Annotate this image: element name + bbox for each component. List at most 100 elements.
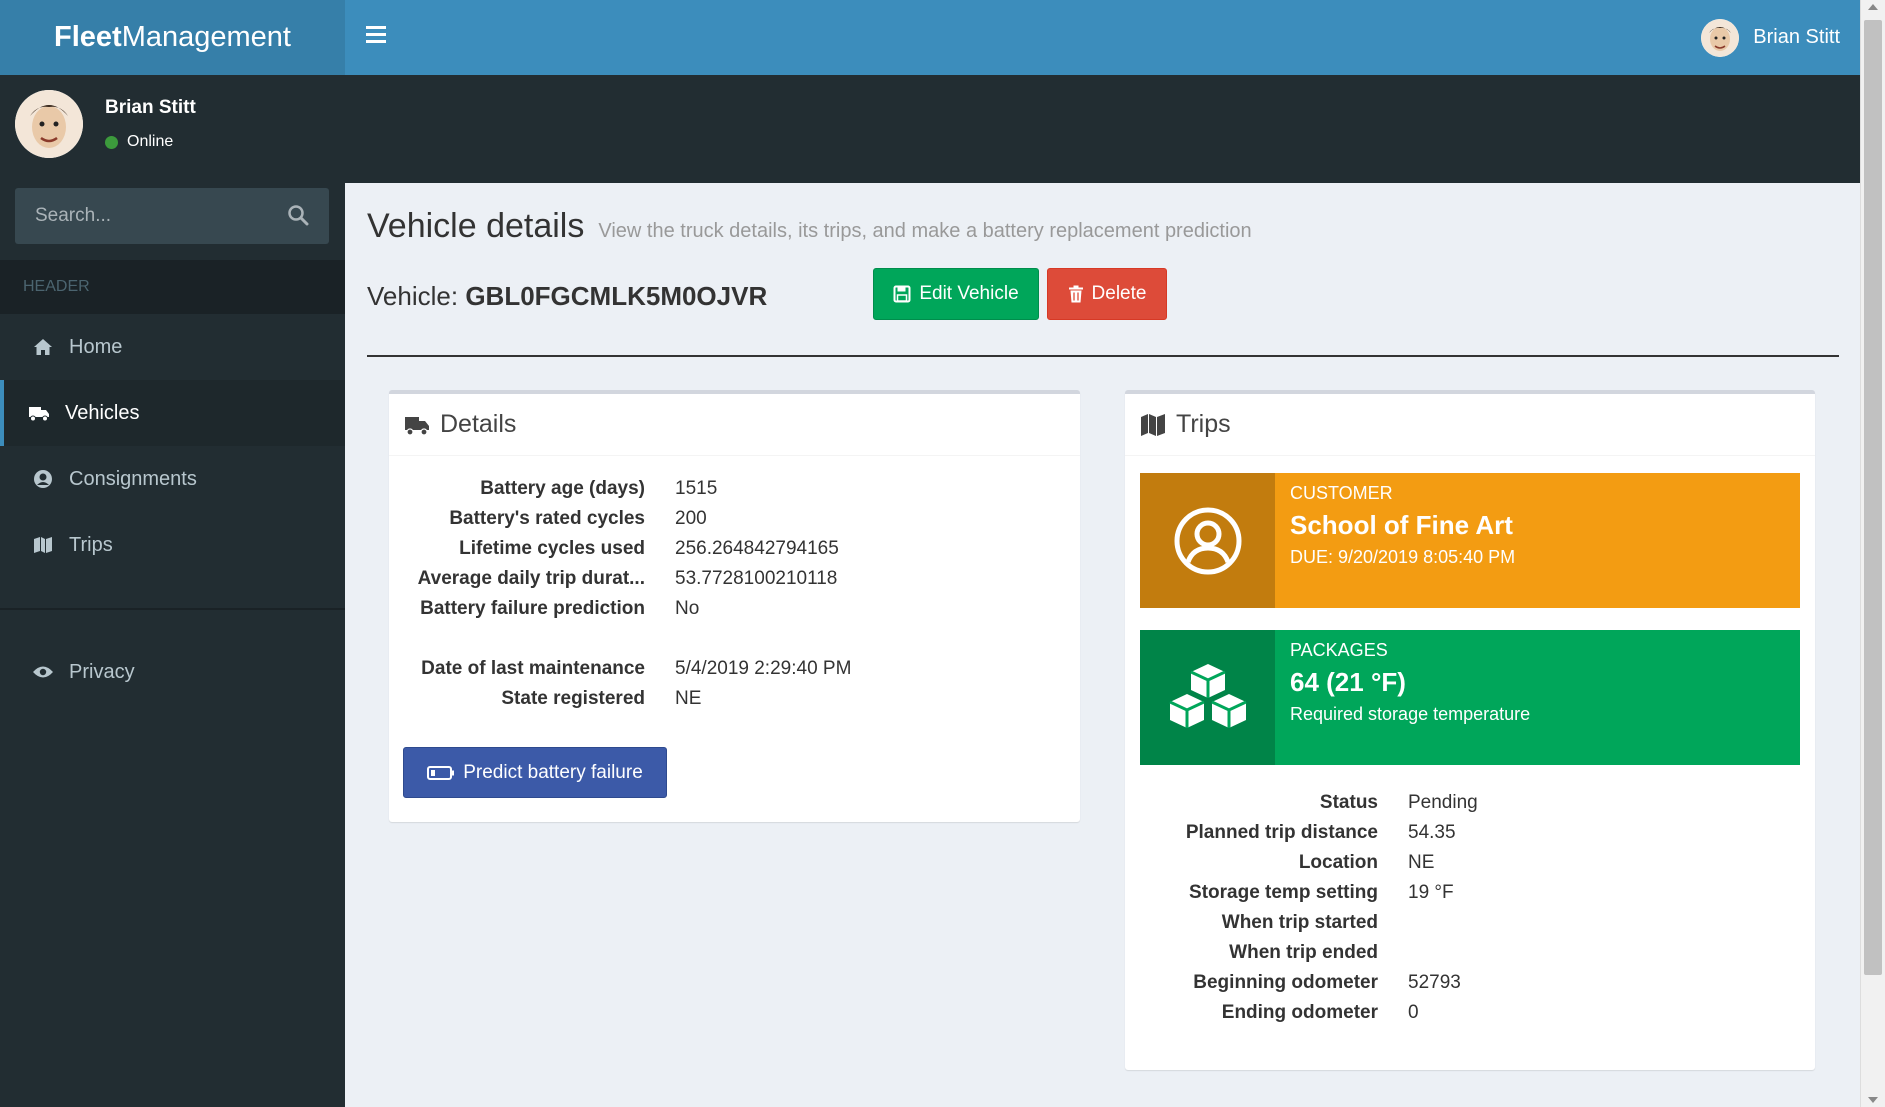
details-box: Details Battery age (days) 1515 Battery's… [389, 390, 1080, 822]
page-title: Vehicle details View the truck details, … [367, 207, 1252, 246]
detail-label: Lifetime cycles used [459, 538, 645, 559]
trip-row: Storage temp setting 19 °F [1135, 878, 1478, 908]
customer-info-box: CUSTOMER School of Fine Art DUE: 9/20/20… [1140, 473, 1800, 608]
details-box-header: Details [389, 394, 1080, 456]
truck-icon [27, 402, 51, 424]
detail-label: Average daily trip durat... [417, 568, 645, 589]
detail-value: NE [675, 688, 702, 709]
sidebar-item-privacy[interactable]: Privacy [0, 639, 345, 705]
trip-value: NE [1408, 852, 1435, 873]
user-circle-icon [31, 468, 55, 490]
edit-vehicle-button[interactable]: Edit Vehicle [873, 268, 1039, 320]
trip-row: Location NE [1135, 848, 1478, 878]
vehicle-heading: Vehicle: GBL0FGCMLK5M0OJVR [367, 281, 767, 312]
sidebar: Brian Stitt Online HEADER Home Vehicles [0, 75, 345, 1107]
sidebar-divider [0, 608, 345, 610]
sidebar-header: HEADER [0, 260, 345, 314]
trip-value: 52793 [1408, 972, 1461, 993]
predict-battery-failure-button[interactable]: Predict battery failure [403, 747, 667, 798]
eye-icon [31, 661, 55, 683]
user-status: Online [105, 133, 173, 151]
trip-label: Status [1319, 792, 1378, 813]
scroll-up-icon[interactable] [1868, 4, 1878, 10]
sidebar-item-consignments[interactable]: Consignments [0, 446, 345, 512]
trip-label: Storage temp setting [1189, 882, 1378, 903]
trip-value: 54.35 [1408, 822, 1456, 843]
trip-row: Ending odometer 0 [1135, 998, 1478, 1028]
trips-box-title: Trips [1176, 410, 1231, 438]
online-status-icon [105, 135, 118, 149]
avatar [15, 90, 83, 158]
sidebar-item-label: Consignments [69, 467, 197, 490]
main-content: Vehicle details View the truck details, … [345, 75, 1860, 1107]
packages-sub: Required storage temperature [1290, 704, 1531, 724]
scrollbar-thumb[interactable] [1864, 20, 1882, 975]
predict-battery-failure-label: Predict battery failure [463, 761, 643, 783]
detail-row: Date of last maintenance 5/4/2019 2:29:40… [399, 654, 851, 684]
search-input[interactable] [15, 188, 275, 244]
trip-label: When trip ended [1229, 942, 1378, 963]
sidebar-toggle-button[interactable] [360, 22, 392, 54]
trips-box: Trips CUSTOMER School of Fine Art DUE: 9… [1125, 390, 1815, 1070]
detail-row: Battery's rated cycles 200 [399, 504, 851, 534]
packages-label: PACKAGES [1290, 640, 1388, 660]
cubes-icon [1140, 630, 1275, 765]
vehicle-id: GBL0FGCMLK5M0OJVR [465, 281, 768, 311]
customer-name: School of Fine Art [1290, 510, 1513, 540]
detail-value: 53.7728100210118 [675, 568, 838, 589]
sidebar-item-label: Trips [69, 533, 113, 556]
detail-row: State registered NE [399, 684, 851, 714]
trip-label: Location [1298, 852, 1378, 873]
truck-icon [404, 414, 430, 436]
detail-value: No [675, 598, 700, 619]
packages-value: 64 (21 °F) [1290, 667, 1406, 697]
trip-value: 0 [1408, 1002, 1419, 1023]
detail-value: 200 [675, 508, 707, 529]
trip-value: 19 °F [1408, 882, 1454, 903]
battery-icon [427, 765, 455, 781]
map-icon [31, 534, 55, 556]
app-logo[interactable]: Fleet Management [0, 0, 345, 75]
detail-value: 5/4/2019 2:29:40 PM [675, 658, 852, 679]
details-box-title: Details [440, 410, 517, 438]
vehicle-label: Vehicle: [367, 281, 459, 311]
trip-row: When trip ended [1135, 938, 1478, 968]
sidebar-item-label: Home [69, 335, 123, 358]
delete-label: Delete [1091, 283, 1147, 304]
detail-value: 1515 [675, 478, 718, 499]
page-subtitle: View the truck details, its trips, and m… [598, 220, 1252, 242]
customer-label: CUSTOMER [1290, 483, 1393, 503]
trip-label: Ending odometer [1221, 1002, 1378, 1023]
sidebar-user-name: Brian Stitt [105, 97, 196, 118]
packages-info-box: PACKAGES 64 (21 °F) Required storage tem… [1140, 630, 1800, 765]
customer-due-date: DUE: 9/20/2019 8:05:40 PM [1290, 547, 1516, 567]
trip-row: When trip started [1135, 908, 1478, 938]
top-navbar: Fleet Management Brian Stitt [0, 0, 1860, 75]
page-scrollbar[interactable] [1860, 0, 1885, 1107]
scroll-down-icon[interactable] [1868, 1097, 1878, 1103]
top-user-menu[interactable]: Brian Stitt [1701, 0, 1840, 75]
sidebar-item-label: Privacy [69, 660, 135, 683]
sidebar-item-home[interactable]: Home [0, 314, 345, 380]
divider [367, 355, 1839, 357]
home-icon [31, 336, 55, 358]
detail-value: 256.264842794165 [675, 538, 839, 559]
detail-row: Battery age (days) 1515 [399, 474, 851, 504]
detail-row: Battery failure prediction No [399, 594, 851, 624]
page-title-text: Vehicle details [367, 207, 585, 245]
sidebar-item-trips[interactable]: Trips [0, 512, 345, 578]
user-circle-icon [1140, 473, 1275, 608]
trip-row: Beginning odometer 52793 [1135, 968, 1478, 998]
brand-rest: Management [121, 21, 291, 53]
search-icon[interactable] [287, 204, 311, 228]
trip-label: When trip started [1221, 912, 1378, 933]
detail-row: Lifetime cycles used 256.264842794165 [399, 534, 851, 564]
trash-icon [1068, 285, 1084, 303]
edit-vehicle-label: Edit Vehicle [919, 283, 1019, 304]
detail-row: Average daily trip durat... 53.7728100210… [399, 564, 851, 594]
sidebar-item-vehicles[interactable]: Vehicles [0, 380, 345, 446]
avatar [1701, 18, 1740, 57]
detail-label: State registered [501, 688, 645, 709]
delete-button[interactable]: Delete [1047, 268, 1167, 320]
brand-bold: Fleet [54, 21, 122, 53]
